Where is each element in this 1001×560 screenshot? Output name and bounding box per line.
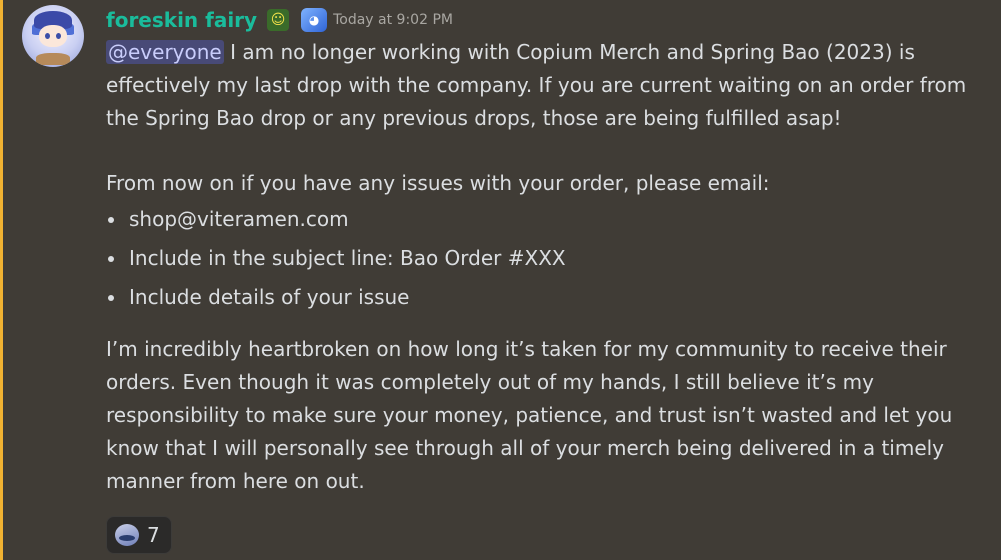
- paragraph-text: I am no longer working with Copium Merch…: [106, 40, 967, 130]
- message-paragraph: @everyone I am no longer working with Co…: [106, 36, 986, 135]
- bullet-icon: [108, 217, 114, 223]
- message-paragraph: From now on if you have any issues with …: [106, 171, 770, 195]
- list-item: shop@viteramen.com: [106, 200, 986, 239]
- bullet-icon: [108, 256, 114, 262]
- reaction-button[interactable]: 7: [106, 516, 172, 554]
- list-item: Include in the subject line: Bao Order #…: [106, 239, 986, 278]
- message-paragraph: I’m incredibly heartbroken on how long i…: [106, 337, 953, 493]
- person-badge-icon[interactable]: ☺: [267, 9, 290, 31]
- bullet-icon: [108, 295, 114, 301]
- avatar-eye: [45, 33, 50, 39]
- list-item-text: Include in the subject line: Bao Order #…: [129, 246, 566, 270]
- avatar-face: [39, 25, 67, 47]
- everyone-mention[interactable]: @everyone: [106, 40, 224, 64]
- avatar-eye: [56, 33, 61, 39]
- bullet-list: shop@viteramen.com Include in the subjec…: [106, 200, 986, 317]
- avatar-badge-icon[interactable]: ◕: [301, 8, 328, 32]
- list-item: Include details of your issue: [106, 278, 986, 317]
- username[interactable]: foreskin fairy: [106, 8, 257, 32]
- user-avatar[interactable]: [22, 5, 84, 67]
- sleepy-face-emoji-icon: [115, 524, 139, 546]
- message-content: @everyone I am no longer working with Co…: [106, 36, 986, 498]
- message-timestamp[interactable]: Today at 9:02 PM: [333, 12, 453, 28]
- mention-highlight-bar: [0, 0, 3, 560]
- list-item-text: Include details of your issue: [129, 285, 410, 309]
- message-header: foreskin fairy ☺ ◕ Today at 9:02 PM: [106, 6, 453, 34]
- reaction-count: 7: [147, 523, 160, 547]
- list-item-text: shop@viteramen.com: [129, 207, 349, 231]
- avatar-base: [36, 53, 70, 65]
